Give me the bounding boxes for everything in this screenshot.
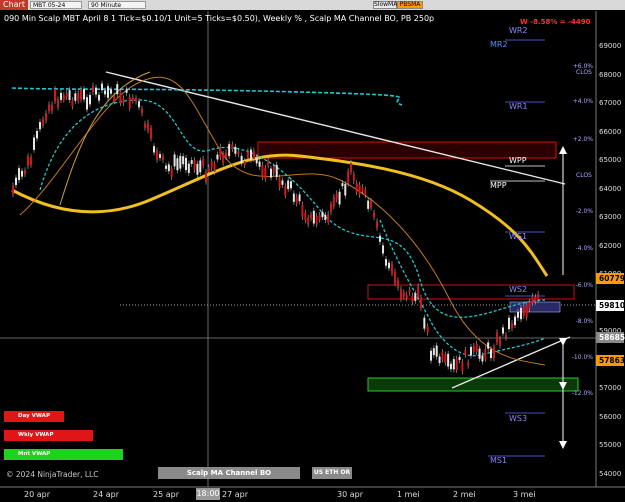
arrow-down-small-icon [559, 338, 567, 346]
y-tick-label: 62000 [599, 241, 622, 250]
pct-label: -12.0% [571, 390, 593, 397]
monthly-vwap-button[interactable]: Mnt VWAP [4, 449, 123, 460]
price-tag-crosshair: 58685 [596, 332, 625, 343]
price-tag-last: 59810 [596, 300, 625, 311]
x-tick-label: 25 apr [153, 490, 179, 499]
wpp-label: WPP [509, 156, 527, 165]
ms1-label: MS1 [490, 456, 508, 465]
arrow-up-icon [559, 146, 567, 154]
y-tick-label: 57000 [599, 384, 622, 392]
pct-label: -10.0% [571, 354, 593, 361]
x-tick-label: 3 mei [513, 490, 536, 499]
crosshair-time: 18:00 [196, 488, 220, 500]
wr2-label: WR2 [509, 26, 528, 35]
slow-ma-line [11, 153, 549, 277]
y-tick-label: 64000 [599, 184, 622, 193]
y-tick-label: 66000 [599, 127, 622, 136]
y-tick-label: 63000 [599, 213, 622, 221]
chart-title: 090 Min Scalp MBT April 8 1 Tick=$0.10/1… [4, 14, 435, 23]
x-tick-label: 27 apr [222, 490, 248, 499]
y-tick-label: 68000 [599, 70, 622, 79]
ws1-label: WS1 [509, 232, 528, 241]
arrow-down-icon [559, 441, 567, 449]
pct-label: +2.0% [572, 136, 593, 143]
mr2-label: MR2 [490, 40, 508, 49]
price-chart[interactable] [0, 0, 625, 502]
pct-label: -2.0% [575, 208, 593, 215]
clos-label: CLOS [576, 172, 592, 179]
weekly-vwap-button[interactable]: Wkly VWAP [4, 430, 93, 441]
y-tick-label: 67000 [599, 99, 622, 107]
clos-label: CLOS [576, 69, 592, 76]
y-tick-label: 69000 [599, 42, 622, 50]
price-tag-fastma: 57863 [596, 355, 625, 366]
ws3-label: WS3 [509, 414, 528, 423]
session-label[interactable]: US ETH OR [312, 467, 352, 479]
y-tick-label: 65000 [599, 156, 622, 164]
ws2-label: WS2 [509, 285, 528, 294]
mpp-label: MPP [490, 181, 507, 190]
wr1-label: WR1 [509, 102, 528, 111]
pct-label: -6.0% [575, 282, 593, 289]
fast-ma-line [19, 76, 546, 366]
y-tick-label: 55000 [599, 441, 622, 449]
copyright: © 2024 NinjaTrader, LLC [6, 470, 99, 479]
scalp-channel-label[interactable]: Scalp MA Channel BO [158, 467, 300, 479]
y-tick-label: 56000 [599, 412, 622, 421]
x-tick-label: 1 mei [397, 490, 420, 499]
weekly-change: W -8.58% = -4490 [520, 18, 591, 26]
y-tick-label: 54000 [599, 469, 622, 478]
day-vwap-button[interactable]: Day VWAP [4, 411, 64, 422]
x-tick-label: 24 apr [93, 490, 119, 499]
price-tag-slowma: 60779 [596, 273, 625, 284]
x-tick-label: 20 apr [24, 490, 50, 499]
pct-label: -4.0% [575, 245, 593, 252]
x-tick-label: 2 mei [453, 490, 476, 499]
demand-zone [367, 377, 579, 392]
pct-label: -8.0% [575, 318, 593, 325]
x-tick-label: 30 apr [337, 490, 363, 499]
pct-label: +4.0% [572, 98, 593, 105]
